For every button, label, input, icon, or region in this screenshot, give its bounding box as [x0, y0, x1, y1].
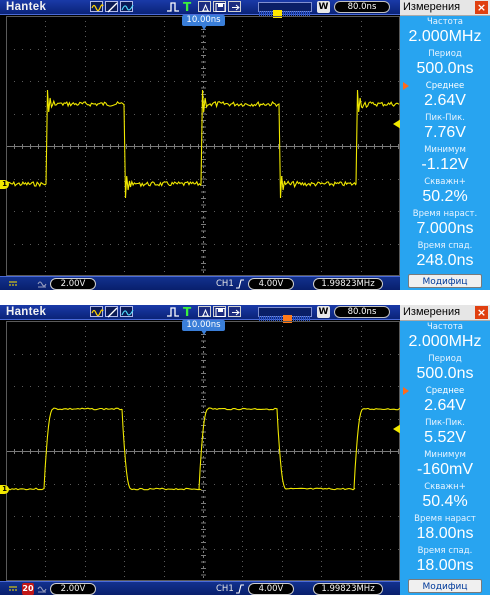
measurement-label[interactable]: Пик-Пик.: [400, 113, 490, 123]
measurement-value: 2.000MHz: [408, 333, 482, 350]
measurement-value: 7.000ns: [416, 220, 474, 237]
memory-depth-bar: [258, 307, 312, 323]
trigger-source-label: CH1: [216, 279, 234, 289]
measurement-value: 248.0ns: [416, 252, 474, 269]
memory-depth-bar: [258, 2, 312, 18]
run-mode-icon[interactable]: [198, 1, 211, 12]
ac-coupling-icon: [37, 583, 47, 595]
trigger-position-marker[interactable]: [201, 330, 207, 335]
frequency-readout: 1.99823MHz: [313, 278, 383, 290]
measurement-value: 2.64V: [424, 397, 466, 414]
measurements-panel: Измерения × Частота 2.000MHz Период 500.0ns…: [400, 0, 490, 290]
measurement-value: 7.76V: [424, 124, 466, 141]
close-icon[interactable]: ×: [475, 1, 488, 14]
ch1-waveform: [6, 89, 400, 199]
measurement-label[interactable]: Скважн+: [400, 177, 490, 187]
rising-edge-icon: [236, 279, 244, 289]
trigger-level-readout[interactable]: 4.00V: [248, 583, 294, 595]
trigger-edge-icon[interactable]: [166, 306, 180, 318]
trigger-edge-icon[interactable]: [166, 1, 180, 13]
arrow-icon[interactable]: [228, 306, 241, 317]
trigger-source-label: CH1: [216, 584, 234, 594]
measurement-value: 500.0ns: [416, 365, 474, 382]
volts-per-div[interactable]: 2.00V: [50, 583, 96, 595]
panel-title: Измерения: [403, 1, 461, 13]
cursor-icon[interactable]: [105, 306, 118, 318]
measurement-value: 18.00ns: [416, 525, 474, 542]
bandwidth-limit-badge: 20: [22, 583, 34, 595]
measurement-value: -160mV: [416, 461, 474, 478]
trigger-status-icon: T: [183, 0, 192, 14]
trigger-position-marker[interactable]: [201, 25, 207, 30]
measurement-value: 50.4%: [422, 493, 468, 510]
brand-logo: Hantek: [6, 306, 47, 318]
measurement-label[interactable]: Среднее: [400, 81, 490, 91]
math-icon[interactable]: [120, 1, 134, 12]
waveform-plot: [6, 321, 400, 581]
measurement-label[interactable]: Время нараст.: [400, 209, 490, 219]
ch1-trace: [6, 89, 400, 199]
measurement-label[interactable]: Период: [400, 49, 490, 59]
panel-header: Измерения ×: [400, 305, 490, 321]
measurement-label[interactable]: Пик-Пик.: [400, 418, 490, 428]
measurement-label[interactable]: Время нараст: [400, 514, 490, 524]
save-icon[interactable]: [213, 306, 226, 317]
frequency-readout: 1.99823MHz: [313, 583, 383, 595]
close-icon[interactable]: ×: [475, 306, 488, 319]
measurement-label[interactable]: Минимум: [400, 450, 490, 460]
window-mode-icon[interactable]: W: [317, 306, 330, 318]
rising-edge-icon: [236, 584, 244, 594]
panel-title: Измерения: [403, 306, 461, 318]
window-mode-icon[interactable]: W: [317, 1, 330, 13]
trigger-status-icon: T: [183, 305, 192, 319]
modify-button[interactable]: Модифиц: [408, 274, 482, 288]
measurement-label[interactable]: Период: [400, 354, 490, 364]
measurement-label[interactable]: Время спад.: [400, 546, 490, 556]
modify-button[interactable]: Модифиц: [408, 579, 482, 593]
dc-coupling-icon: [9, 586, 17, 591]
trigger-level-readout[interactable]: 4.00V: [248, 278, 294, 290]
panel-header: Измерения ×: [400, 0, 490, 16]
measurement-label[interactable]: Время спад.: [400, 241, 490, 251]
brand-logo: Hantek: [6, 1, 47, 13]
dc-coupling-icon: [9, 281, 17, 286]
top-toolbar: Hantek T W 80.0ns: [0, 305, 400, 323]
measurements-panel: Измерения × Частота 2.000MHz Период 500.0ns…: [400, 305, 490, 595]
measurement-label[interactable]: Минимум: [400, 145, 490, 155]
measurement-value: 18.00ns: [416, 557, 474, 574]
measurement-value: 2.000MHz: [408, 28, 482, 45]
timebase-readout[interactable]: 80.0ns: [334, 1, 390, 13]
run-mode-icon[interactable]: [198, 306, 211, 317]
ch1-ground-marker[interactable]: 1: [0, 180, 9, 189]
measurement-label[interactable]: Скважн+: [400, 482, 490, 492]
ch1-waveform: [6, 407, 400, 491]
status-bar: 2.00V CH1 4.00V 1.99823MHz: [0, 276, 400, 290]
status-bar: 20 2.00V CH1 4.00V 1.99823MHz: [0, 581, 400, 595]
ch1-ground-marker[interactable]: 1: [0, 485, 9, 494]
arrow-icon[interactable]: [228, 1, 241, 12]
measurement-value: 2.64V: [424, 92, 466, 109]
scope-screen-top: Hantek T W 80.0ns 10.00ns 1 2.00V CH1 4.…: [0, 0, 490, 290]
volts-per-div[interactable]: 2.00V: [50, 278, 96, 290]
scope-screen-bottom: Hantek T W 80.0ns 10.00ns 1 20 2.00V CH1…: [0, 305, 490, 595]
measurement-value: 5.52V: [424, 429, 466, 446]
timebase-readout[interactable]: 80.0ns: [334, 306, 390, 318]
measurement-value: 50.2%: [422, 188, 468, 205]
save-icon[interactable]: [213, 1, 226, 12]
measurement-label[interactable]: Среднее: [400, 386, 490, 396]
waveform-icon[interactable]: [90, 1, 104, 12]
measurement-label[interactable]: Частота: [400, 322, 490, 332]
math-icon[interactable]: [120, 306, 134, 317]
measurement-label[interactable]: Частота: [400, 17, 490, 27]
top-toolbar: Hantek T W 80.0ns: [0, 0, 400, 18]
cursor-icon[interactable]: [105, 1, 118, 13]
waveform-icon[interactable]: [90, 306, 104, 317]
ch1-trace: [6, 407, 400, 491]
ac-coupling-icon: [37, 278, 47, 290]
waveform-plot: [6, 16, 400, 276]
measurement-value: 500.0ns: [416, 60, 474, 77]
measurement-value: -1.12V: [421, 156, 469, 173]
